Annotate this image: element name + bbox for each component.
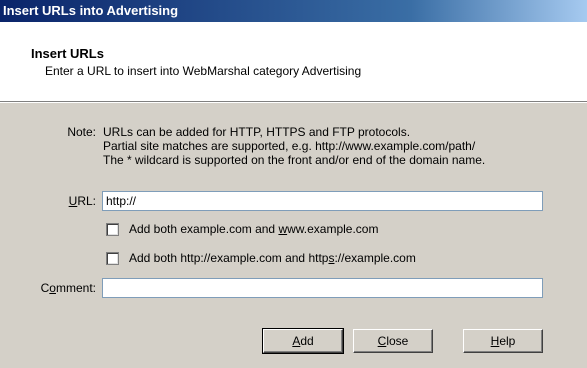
note-label: Note:: [67, 125, 96, 139]
add-https-checkbox-label[interactable]: Add both http://example.com and https://…: [129, 251, 416, 265]
add-www-checkbox[interactable]: [106, 223, 119, 236]
close-button[interactable]: Close: [353, 329, 433, 353]
note-line: Partial site matches are supported, e.g.…: [103, 139, 476, 153]
title-bar: Insert URLs into Advertising: [0, 0, 587, 22]
add-button[interactable]: Add: [262, 328, 344, 354]
header-title: Insert URLs: [31, 46, 104, 61]
url-input[interactable]: [102, 191, 543, 211]
note-text: URLs can be added for HTTP, HTTPS and FT…: [103, 125, 485, 167]
comment-input[interactable]: [102, 278, 543, 298]
window-title: Insert URLs into Advertising: [3, 3, 179, 18]
url-label: URL:: [68, 194, 96, 208]
wizard-header: Insert URLs Enter a URL to insert into W…: [0, 22, 587, 102]
header-divider: [0, 102, 587, 103]
header-subtitle: Enter a URL to insert into WebMarshal ca…: [45, 64, 362, 78]
help-button[interactable]: Help: [463, 329, 543, 353]
comment-label: Comment:: [40, 281, 96, 295]
add-www-checkbox-label[interactable]: Add both example.com and www.example.com: [129, 222, 378, 236]
note-line: The * wildcard is supported on the front…: [103, 153, 486, 167]
note-line: URLs can be added for HTTP, HTTPS and FT…: [103, 125, 411, 139]
add-https-checkbox[interactable]: [106, 252, 119, 265]
